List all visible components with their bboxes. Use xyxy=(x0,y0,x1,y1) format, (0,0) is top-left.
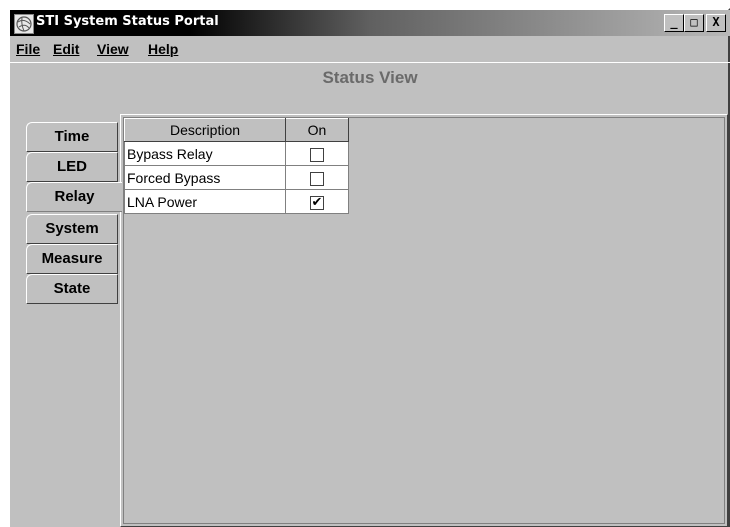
minimize-button[interactable]: _ xyxy=(664,14,684,32)
row-description: Bypass Relay xyxy=(124,141,286,166)
relay-status-table: Description On Bypass Relay Forced Bypas… xyxy=(124,118,349,214)
menu-bar: File Edit View Help xyxy=(10,36,730,63)
tab-state[interactable]: State xyxy=(26,274,118,304)
table-row[interactable]: Bypass Relay xyxy=(124,141,349,166)
row-description: Forced Bypass xyxy=(124,165,286,190)
tab-relay[interactable]: Relay xyxy=(26,182,122,212)
table-row[interactable]: Forced Bypass xyxy=(124,165,349,190)
menu-help[interactable]: Help xyxy=(148,41,178,57)
lna-power-checkbox[interactable]: ✔ xyxy=(310,195,324,210)
app-globe-icon[interactable] xyxy=(14,14,34,34)
relay-panel: Description On Bypass Relay Forced Bypas… xyxy=(120,114,728,527)
tab-system[interactable]: System xyxy=(26,214,118,244)
row-description: LNA Power xyxy=(124,189,286,214)
header-description[interactable]: Description xyxy=(124,118,286,142)
title-bar[interactable]: STI System Status Portal _ □ X xyxy=(10,10,730,36)
menu-file[interactable]: File xyxy=(16,41,40,57)
forced-bypass-checkbox[interactable] xyxy=(310,171,324,186)
tab-led[interactable]: LED xyxy=(26,152,118,182)
app-window: STI System Status Portal _ □ X File Edit… xyxy=(8,8,730,527)
tab-measure[interactable]: Measure xyxy=(26,244,118,274)
tab-time[interactable]: Time xyxy=(26,122,118,152)
maximize-button[interactable]: □ xyxy=(684,14,704,32)
menu-edit[interactable]: Edit xyxy=(53,41,79,57)
header-on[interactable]: On xyxy=(285,118,349,142)
table-row[interactable]: LNA Power ✔ xyxy=(124,189,349,214)
menu-divider xyxy=(10,62,730,63)
menu-view[interactable]: View xyxy=(97,41,129,57)
panel-title: Status View xyxy=(322,68,418,87)
bypass-relay-checkbox[interactable] xyxy=(310,147,324,162)
close-button[interactable]: X xyxy=(706,14,726,32)
window-title: STI System Status Portal xyxy=(36,14,219,29)
